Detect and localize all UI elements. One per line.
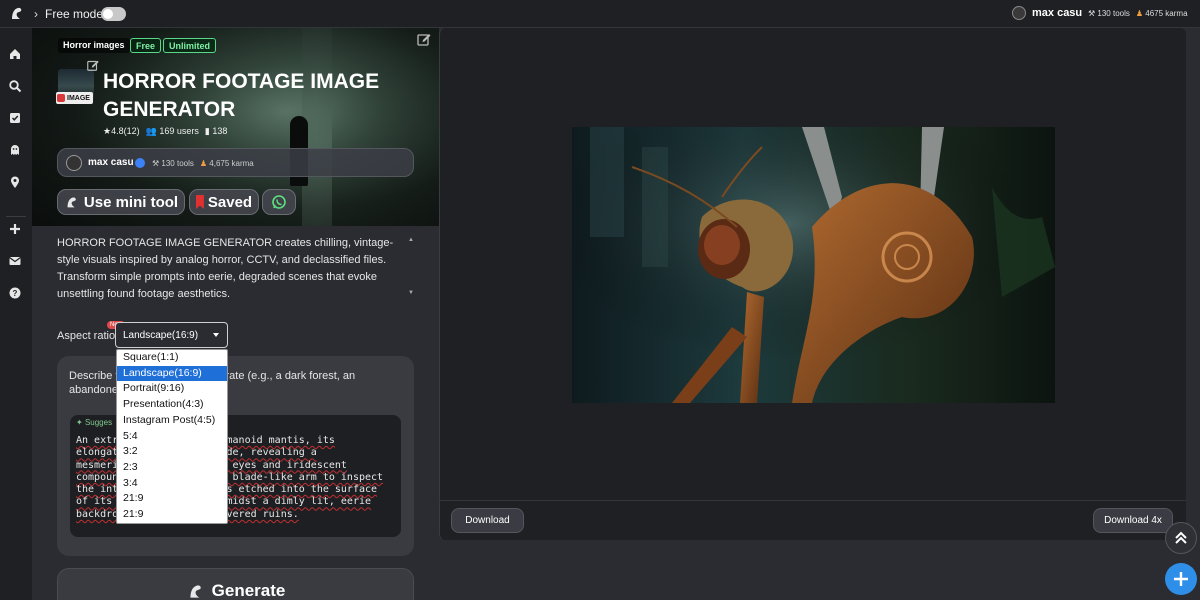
thumbnail-edit-icon[interactable] — [86, 58, 100, 72]
free-mode-label: Free mode — [45, 7, 104, 21]
option-portrait[interactable]: Portrait(9:16) — [117, 381, 227, 397]
category-tag[interactable]: Horror images — [58, 38, 130, 53]
rating: ★4.8(12) — [103, 126, 140, 136]
unlimited-tag: Unlimited — [163, 38, 217, 53]
sidebar-divider — [6, 216, 26, 217]
help-icon[interactable]: ? — [8, 286, 22, 300]
add-button[interactable] — [1165, 563, 1197, 595]
chevron-right-icon[interactable]: › — [34, 7, 38, 21]
tool-hero: Horror images Free Unlimited IMAGE HORRO… — [32, 28, 439, 226]
download-button[interactable]: Download — [451, 508, 524, 533]
option-3-2[interactable]: 3:2 — [117, 444, 227, 460]
scroll-top-button[interactable] — [1165, 522, 1197, 554]
tool-stats: ★4.8(12) 👥 169 users ▮ 138 — [103, 126, 227, 137]
search-icon[interactable] — [8, 79, 22, 93]
app-logo-icon — [67, 197, 76, 208]
tool-title: HORROR FOOTAGE IMAGE GENERATOR — [103, 70, 380, 121]
option-landscape[interactable]: Landscape(16:9) — [117, 365, 227, 382]
saved-button[interactable]: Saved — [189, 189, 259, 215]
checklist-icon[interactable] — [8, 111, 22, 125]
tool-description: HORROR FOOTAGE IMAGE GENERATOR creates c… — [57, 237, 394, 300]
aspect-ratio-label: Aspect ratio: — [57, 330, 119, 342]
option-presentation[interactable]: Presentation(4:3) — [117, 397, 227, 413]
download-4x-button[interactable]: Download 4x — [1093, 508, 1173, 533]
mail-icon[interactable] — [8, 254, 22, 268]
generated-image[interactable] — [572, 127, 1055, 403]
scroll-up-arrow-icon[interactable]: ▲ — [408, 237, 414, 243]
top-bar: › Free mode max casu ⚒ 130 tools ♟ 4675 … — [0, 0, 1200, 28]
tool-panel: Horror images Free Unlimited IMAGE HORRO… — [32, 28, 439, 600]
plus-icon[interactable] — [8, 222, 22, 236]
option-instagram-post[interactable]: Instagram Post(4:5) — [117, 413, 227, 429]
user-name: max casu — [1032, 7, 1083, 19]
users-count: 👥 169 users — [145, 126, 199, 136]
download-bar — [439, 500, 1186, 540]
option-3-4[interactable]: 3:4 — [117, 476, 227, 492]
bookmark-icon — [195, 195, 204, 209]
svg-text:?: ? — [13, 289, 18, 298]
avatar — [1012, 6, 1026, 20]
image-icon — [57, 94, 65, 102]
option-21-9-duplicate[interactable]: 21:9 — [117, 507, 227, 523]
top-user-stats: ⚒ 130 tools ♟ 4675 karma — [1088, 9, 1188, 18]
whatsapp-icon — [272, 195, 286, 209]
whatsapp-share-button[interactable] — [262, 189, 296, 215]
saves-count: ▮ 138 — [204, 126, 228, 136]
left-nav: ? — [0, 28, 32, 600]
option-5-4[interactable]: 5:4 — [117, 429, 227, 445]
author-avatar — [66, 155, 82, 171]
author-stats: ⚒ 130 tools ♟ 4,675 karma — [152, 159, 254, 168]
verified-icon — [135, 158, 145, 168]
ghost-icon[interactable] — [8, 143, 22, 157]
use-mini-tool-button[interactable]: Use mini tool — [57, 189, 185, 215]
author-name: max casu — [88, 157, 134, 168]
plus-icon — [1174, 572, 1188, 586]
free-tag: Free — [130, 38, 162, 53]
edit-icon[interactable] — [416, 31, 432, 47]
option-square[interactable]: Square(1:1) — [117, 350, 227, 366]
image-type-badge: IMAGE — [56, 92, 93, 104]
aspect-ratio-options: Square(1:1) Landscape(16:9) Portrait(9:1… — [116, 349, 228, 524]
top-user-menu[interactable]: max casu — [1012, 6, 1082, 20]
tools-count: ⚒ 130 tools — [1088, 9, 1130, 18]
aspect-ratio-select[interactable]: Landscape(16:9) — [115, 322, 228, 348]
karma-count: ♟ 4675 karma — [1135, 9, 1188, 18]
author-card[interactable]: max casu ⚒ 130 tools ♟ 4,675 karma — [57, 148, 414, 177]
scroll-down-arrow-icon[interactable]: ▼ — [408, 290, 414, 296]
generate-button[interactable]: Generate — [57, 568, 414, 600]
double-chevron-up-icon — [1175, 531, 1187, 544]
option-2-3[interactable]: 2:3 — [117, 460, 227, 476]
home-icon[interactable] — [8, 47, 22, 61]
app-logo-icon — [190, 585, 201, 598]
option-21-9[interactable]: 21:9 — [117, 491, 227, 507]
location-icon[interactable] — [8, 175, 22, 189]
suggestion-label[interactable]: ✦ Sugges — [76, 418, 112, 427]
chevron-down-icon[interactable] — [213, 333, 219, 337]
app-logo-icon[interactable] — [8, 4, 26, 22]
free-mode-toggle[interactable] — [101, 7, 126, 21]
